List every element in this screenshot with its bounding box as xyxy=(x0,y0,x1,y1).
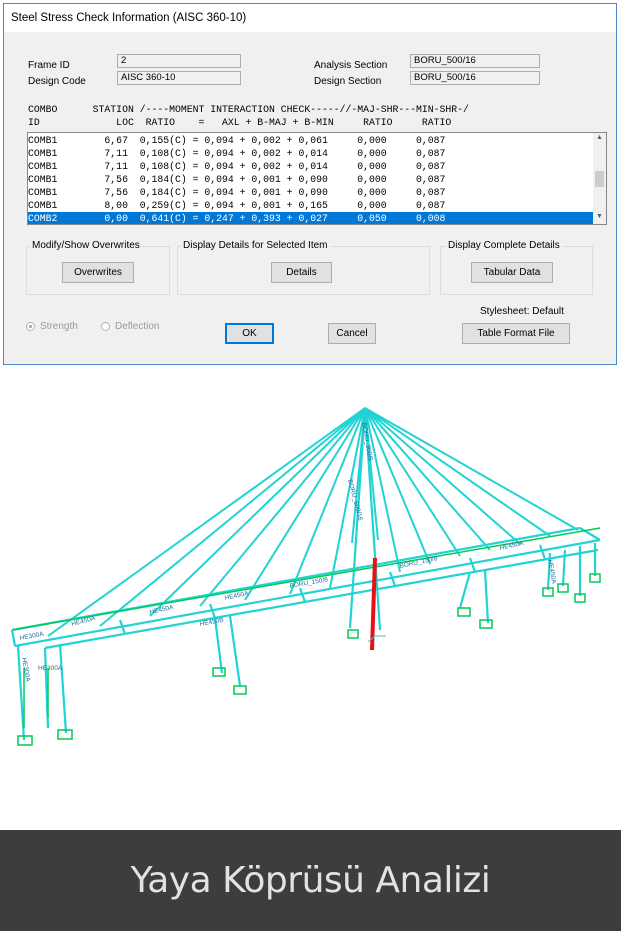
stylesheet-label: Stylesheet: Default xyxy=(480,306,564,317)
deflection-radio: Deflection xyxy=(101,321,159,332)
list-scrollbar[interactable]: ▲ ▼ xyxy=(593,133,606,224)
label-column-left-2: HE300A xyxy=(38,665,63,672)
list-item[interactable]: COMB1 8,00 0,259(C) = 0,094 + 0,001 + 0,… xyxy=(28,199,594,212)
analysis-section-label: Analysis Section xyxy=(314,60,388,71)
frame-id-label: Frame ID xyxy=(28,60,70,71)
caption-text: Yaya Köprüsü Analizi xyxy=(130,860,491,901)
analysis-section-field: BORU_500/16 xyxy=(410,54,540,68)
bridge-model-drawing: BORU_300/8 BORU_500/16 HE450A HE300A HE4… xyxy=(10,407,601,746)
structural-model-view: BORU_300/8 BORU_500/16 HE450A HE300A HE4… xyxy=(0,368,621,830)
radio-unselected-icon xyxy=(101,322,110,331)
strength-radio: Strength xyxy=(26,321,78,332)
label-deck-mid-3: HE450B xyxy=(199,617,224,628)
list-item[interactable]: COMB1 7,56 0,184(C) = 0,094 + 0,001 + 0,… xyxy=(28,186,594,199)
deflection-radio-label: Deflection xyxy=(115,321,160,332)
tabular-data-button[interactable]: Tabular Data xyxy=(471,262,553,283)
label-column-left-1: HE300A xyxy=(20,657,31,683)
details-group-title: Display Details for Selected Item xyxy=(181,240,330,251)
radio-selected-icon xyxy=(26,322,35,331)
complete-details-group-title: Display Complete Details xyxy=(446,240,562,251)
member-labels: BORU_300/8 BORU_500/16 HE450A HE300A HE4… xyxy=(19,422,557,683)
member-markers xyxy=(11,527,601,746)
design-section-field: BORU_500/16 xyxy=(410,71,540,85)
design-code-label: Design Code xyxy=(28,76,86,87)
details-button[interactable]: Details xyxy=(271,262,332,283)
list-item[interactable]: COMB1 6,67 0,155(C) = 0,094 + 0,002 + 0,… xyxy=(28,134,594,147)
cancel-button[interactable]: Cancel xyxy=(328,323,376,344)
steel-stress-check-dialog: Steel Stress Check Information (AISC 360… xyxy=(3,3,617,365)
caption-banner: Yaya Köprüsü Analizi xyxy=(0,830,621,931)
table-header-line2: ID LOC RATIO = AXL + B-MAJ + B-MIN RATIO… xyxy=(28,117,452,128)
results-listbox[interactable]: COMB1 6,67 0,155(C) = 0,094 + 0,002 + 0,… xyxy=(27,132,607,225)
scroll-down-icon[interactable]: ▼ xyxy=(593,213,606,220)
overwrites-group-title: Modify/Show Overwrites xyxy=(30,240,142,251)
overwrites-button[interactable]: Overwrites xyxy=(62,262,134,283)
list-item[interactable]: COMB1 7,11 0,108(C) = 0,094 + 0,002 + 0,… xyxy=(28,147,594,160)
list-item[interactable]: COMB1 7,56 0,184(C) = 0,094 + 0,001 + 0,… xyxy=(28,173,594,186)
scroll-thumb[interactable] xyxy=(595,171,604,187)
strength-radio-label: Strength xyxy=(40,321,78,332)
design-section-label: Design Section xyxy=(314,76,382,87)
table-format-file-button[interactable]: Table Format File xyxy=(462,323,570,344)
list-item[interactable]: COMB1 7,11 0,108(C) = 0,094 + 0,002 + 0,… xyxy=(28,160,594,173)
table-header-line1: COMBO STATION /----MOMENT INTERACTION CH… xyxy=(28,104,469,115)
design-code-field: AISC 360-10 xyxy=(117,71,241,85)
ok-button[interactable]: OK xyxy=(225,323,274,344)
list-item-selected[interactable]: COMB2 0,00 0,641(C) = 0,247 + 0,393 + 0,… xyxy=(28,212,594,224)
dialog-title: Steel Stress Check Information (AISC 360… xyxy=(4,4,616,32)
cable-stays xyxy=(47,407,579,637)
scroll-up-icon[interactable]: ▲ xyxy=(593,134,606,141)
frame-id-field: 2 xyxy=(117,54,241,68)
